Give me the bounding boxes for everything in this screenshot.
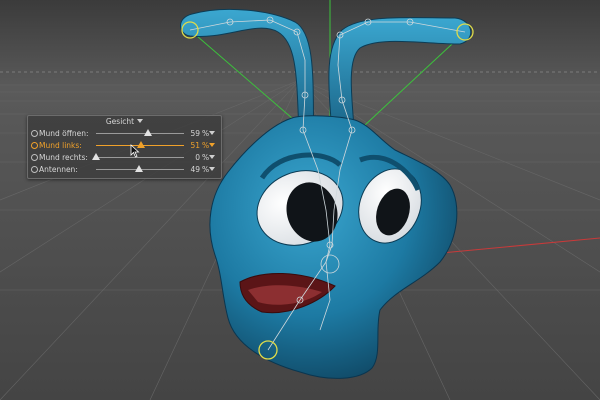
slider-row-mund-links[interactable]: Mund links: 51 % <box>28 140 221 151</box>
radio-icon[interactable] <box>31 130 38 137</box>
mouse-cursor-icon <box>130 144 140 158</box>
slider-value: 0 <box>195 153 200 162</box>
slider-value: 49 <box>190 165 200 174</box>
slider-track[interactable] <box>92 153 184 160</box>
slider-thumb-icon[interactable] <box>92 153 100 160</box>
slider-value: 51 <box>190 141 200 150</box>
slider-track[interactable] <box>96 129 184 136</box>
slider-track[interactable] <box>96 165 184 172</box>
slider-label: Mund öffnen: <box>39 129 89 138</box>
row-dropdown-icon[interactable] <box>209 143 215 147</box>
slider-value: 59 <box>190 129 200 138</box>
slider-label: Antennen: <box>39 165 78 174</box>
title-dropdown-icon[interactable] <box>137 119 144 123</box>
slider-row-mund-oeffnen[interactable]: Mund öffnen: 59 % <box>28 128 221 139</box>
slider-row-mund-rechts[interactable]: Mund rechts: 0 % <box>28 152 221 163</box>
slider-label: Mund links: <box>39 141 82 150</box>
slider-thumb-icon[interactable] <box>135 165 144 172</box>
row-dropdown-icon[interactable] <box>209 131 215 135</box>
slider-track[interactable] <box>96 141 184 148</box>
panel-header[interactable]: Gesicht <box>28 117 221 127</box>
slider-thumb-icon[interactable] <box>143 129 152 136</box>
row-dropdown-icon[interactable] <box>209 155 215 159</box>
row-dropdown-icon[interactable] <box>209 167 215 171</box>
radio-icon[interactable] <box>31 166 38 173</box>
3d-viewport[interactable] <box>0 0 600 400</box>
face-controls-panel: Gesicht Mund öffnen: 59 % Mund links: 51… <box>27 115 222 179</box>
radio-icon[interactable] <box>31 154 38 161</box>
slider-row-antennen[interactable]: Antennen: 49 % <box>28 164 221 175</box>
radio-icon[interactable] <box>31 142 38 149</box>
slider-label: Mund rechts: <box>39 153 88 162</box>
panel-title: Gesicht <box>105 117 135 126</box>
